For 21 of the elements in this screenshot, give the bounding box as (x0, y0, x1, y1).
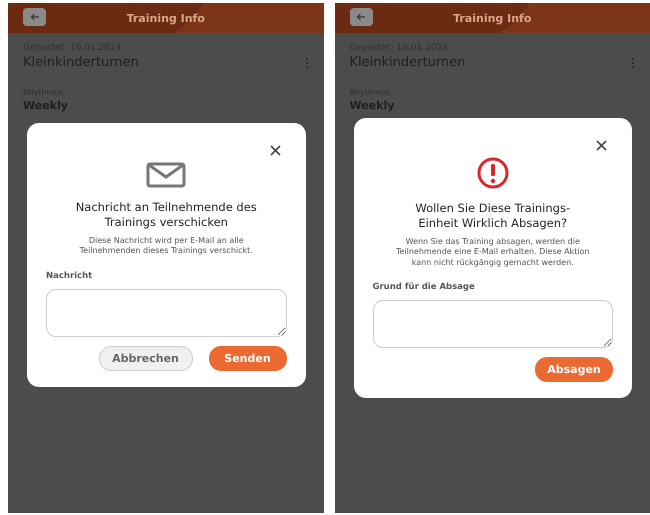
back-button[interactable] (23, 8, 46, 26)
envelope-icon (146, 162, 186, 188)
field-label: Nachricht (46, 270, 92, 281)
field-label: Grund für die Absage (372, 282, 475, 292)
dialog-title: Nachricht an Teilnehmende des Trainings verschicken (74, 200, 258, 230)
text-area-field[interactable] (46, 288, 286, 337)
arrow-left-icon (30, 13, 40, 21)
submit-button[interactable]: Absagen (535, 357, 613, 382)
dialog-description: Wenn Sie das Training absagen, werden die Teilnehmende eine E-Mail erhalten. Diese Aktion kann nicht rückgängig gemacht werden. (394, 236, 591, 268)
submit-button[interactable]: Senden (208, 346, 286, 371)
text-area-field[interactable] (372, 300, 613, 348)
dialog-description: Diese Nachricht wird per E-Mail an alle Teilnehmenden dieses Trainings verschickt. (78, 236, 254, 257)
arrow-left-icon (356, 13, 366, 21)
close-icon[interactable] (596, 140, 607, 151)
dialog-title: Wollen Sie Diese Trainings-Einheit Wirklich Absagen? (414, 201, 572, 231)
exclamation-icon (476, 157, 509, 189)
screen-title: Training Info (453, 12, 532, 24)
cancel-button[interactable]: Abbrechen (98, 346, 192, 371)
back-button[interactable] (350, 8, 372, 26)
screen-title: Training Info (126, 12, 205, 24)
close-icon[interactable] (270, 145, 280, 156)
